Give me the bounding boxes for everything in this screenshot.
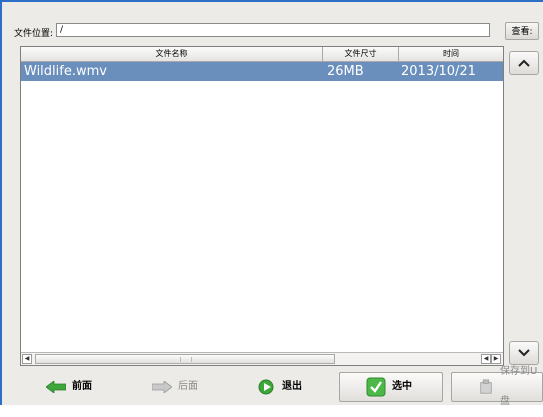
arrow-right-icon (152, 381, 172, 393)
grip-icon (180, 357, 192, 362)
view-button[interactable]: 查看: (505, 22, 539, 40)
page-up-button[interactable] (509, 51, 539, 75)
cell-file-size: 26MB (327, 64, 364, 79)
save-to-usb-button[interactable]: 保存到U盘 (451, 366, 543, 407)
column-header-name[interactable]: 文件名称 (21, 47, 323, 61)
cell-file-date: 2013/10/21 (401, 64, 476, 79)
exit-button[interactable]: 退出 (258, 372, 328, 402)
next-button[interactable]: 后面 (152, 372, 222, 402)
column-header-time[interactable]: 时间 (399, 47, 503, 61)
exit-label: 退出 (282, 381, 302, 392)
scroll-left-icon[interactable]: ◀ (481, 354, 491, 364)
prev-label: 前面 (72, 381, 92, 392)
table-row[interactable]: Wildlife.wmv 26MB 2013/10/21 (21, 62, 503, 81)
file-browser-dialog: 文件位置: / 查看: 文件名称 文件尺寸 时间 Wildlife.wmv 26… (0, 0, 543, 407)
horizontal-scrollbar[interactable]: ◀ ◀ ▶ (21, 352, 503, 365)
path-label: 文件位置: (14, 29, 54, 39)
file-table: 文件名称 文件尺寸 时间 Wildlife.wmv 26MB 2013/10/2… (20, 46, 504, 366)
save-usb-label: 保存到U盘 (499, 366, 538, 407)
cell-file-name: Wildlife.wmv (24, 64, 107, 79)
next-label: 后面 (178, 381, 198, 392)
scrollbar-thumb[interactable] (35, 354, 335, 364)
table-header: 文件名称 文件尺寸 时间 (21, 47, 503, 62)
chevron-up-icon (518, 59, 530, 67)
exit-icon (258, 379, 274, 395)
select-label: 选中 (392, 381, 412, 392)
select-button[interactable]: 选中 (339, 372, 443, 402)
path-input[interactable]: / (56, 23, 490, 37)
checkmark-icon (366, 377, 386, 397)
scroll-left-icon[interactable]: ◀ (22, 354, 32, 364)
prev-button[interactable]: 前面 (46, 372, 114, 402)
column-header-size[interactable]: 文件尺寸 (323, 47, 399, 61)
arrow-left-icon (46, 381, 66, 393)
usb-save-icon (480, 379, 492, 394)
